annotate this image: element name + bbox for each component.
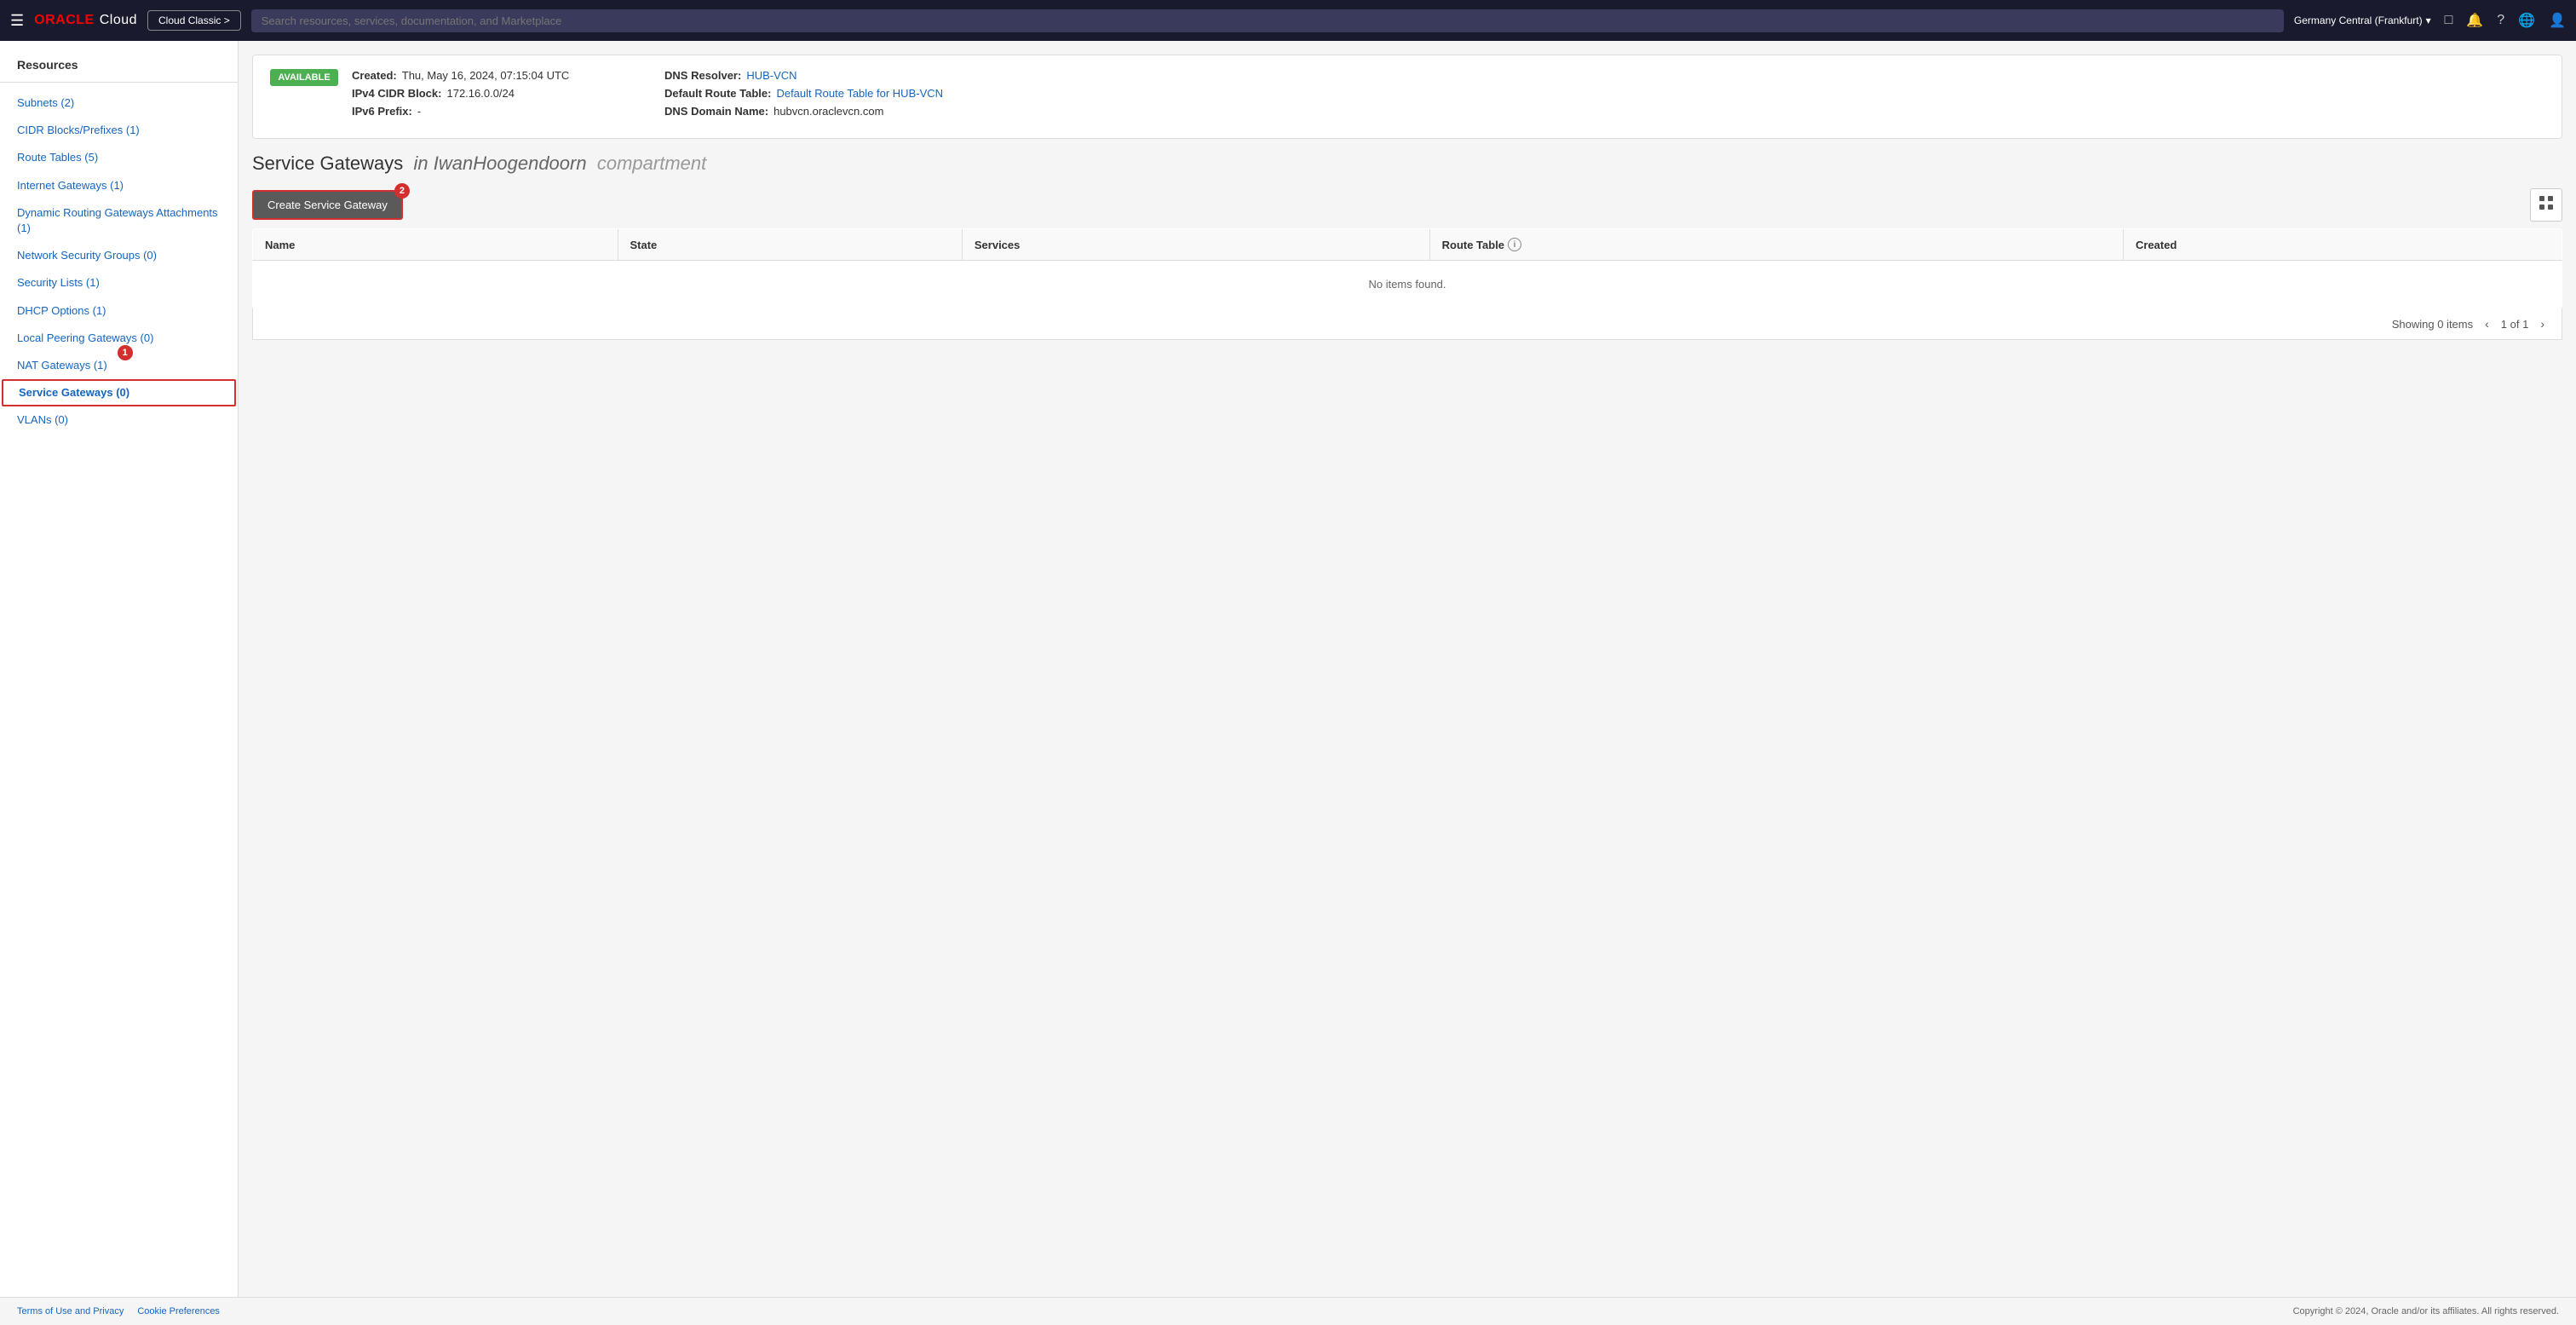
help-icon[interactable]: ? [2497, 13, 2504, 28]
vcn-dns-resolver-link[interactable]: HUB-VCN [746, 69, 796, 82]
vcn-default-route-link[interactable]: Default Route Table for HUB-VCN [776, 87, 943, 100]
vcn-dns-resolver-row: DNS Resolver: HUB-VCN [664, 69, 943, 82]
nav-right-section: Germany Central (Frankfurt) ▾ □ 🔔 ? 🌐 👤 [2294, 12, 2566, 29]
vcn-ipv6-value: - [417, 105, 421, 118]
oracle-text: ORACLE [34, 13, 95, 28]
sidebar-item-badge-nat: 1 [118, 345, 133, 360]
vcn-dns-domain-row: DNS Domain Name: hubvcn.oraclevcn.com [664, 105, 943, 118]
table-header-row: Name State Services Route Table i Create… [253, 229, 2562, 261]
vcn-dns-domain-label: DNS Domain Name: [664, 105, 768, 118]
col-state: State [618, 229, 962, 261]
grid-icon [2538, 200, 2555, 215]
vcn-default-route-row: Default Route Table: Default Route Table… [664, 87, 943, 100]
vcn-info-header: AVAILABLE Created: Thu, May 16, 2024, 07… [270, 69, 2544, 118]
sidebar-item-subnets[interactable]: Subnets (2) [0, 89, 238, 117]
create-button-badge: 2 [394, 183, 410, 199]
vcn-ipv6-row: IPv6 Prefix: - [352, 105, 630, 118]
cookie-preferences-link[interactable]: Cookie Preferences [137, 1306, 220, 1316]
create-service-gateway-button[interactable]: Create Service Gateway [252, 190, 403, 220]
terminal-icon[interactable]: □ [2445, 13, 2453, 28]
sidebar-item-cidr[interactable]: CIDR Blocks/Prefixes (1) [0, 117, 238, 144]
vcn-created-label: Created: [352, 69, 397, 82]
copyright-text: Copyright © 2024, Oracle and/or its affi… [2293, 1306, 2559, 1316]
table-footer: Showing 0 items ‹ 1 of 1 › [252, 308, 2562, 340]
section-title-prefix: Service Gateways [252, 153, 403, 174]
section-title-compartment: compartment [592, 153, 707, 174]
vcn-default-route-label: Default Route Table: [664, 87, 771, 100]
col-route-table-label: Route Table [1442, 239, 1504, 251]
table-empty-message: No items found. [253, 261, 2562, 308]
vcn-details-grid: Created: Thu, May 16, 2024, 07:15:04 UTC… [352, 69, 943, 118]
content-area: AVAILABLE Created: Thu, May 16, 2024, 07… [239, 41, 2576, 1297]
footer-links: Terms of Use and Privacy Cookie Preferen… [17, 1306, 220, 1316]
hamburger-menu-icon[interactable]: ☰ [10, 12, 24, 30]
cloud-classic-button[interactable]: Cloud Classic > [147, 10, 241, 31]
region-label: Germany Central (Frankfurt) [2294, 14, 2423, 26]
col-services: Services [962, 229, 1429, 261]
table-body: No items found. [253, 261, 2562, 308]
table-empty-row: No items found. [253, 261, 2562, 308]
vcn-created-value: Thu, May 16, 2024, 07:15:04 UTC [402, 69, 570, 82]
globe-icon[interactable]: 🌐 [2518, 12, 2535, 29]
sidebar-item-internet-gateways[interactable]: Internet Gateways (1) [0, 172, 238, 199]
cloud-text: Cloud [100, 13, 137, 28]
grid-toggle-button[interactable] [2530, 188, 2562, 222]
pagination-prev-button[interactable]: ‹ [2480, 315, 2494, 332]
sidebar-item-nsg[interactable]: Network Security Groups (0) [0, 242, 238, 269]
user-avatar-icon[interactable]: 👤 [2549, 12, 2566, 29]
sidebar-item-vlans[interactable]: VLANs (0) [0, 406, 238, 434]
sidebar-item-drg-attachments[interactable]: Dynamic Routing Gateways Attachments (1) [0, 199, 238, 242]
showing-items-label: Showing 0 items [2392, 318, 2473, 331]
sidebar-section-title: Resources [0, 58, 238, 83]
section-title-italic: in IwanHoogendoorn [408, 153, 591, 174]
vcn-dns-domain-value: hubvcn.oraclevcn.com [773, 105, 883, 118]
oracle-logo: ORACLE Cloud [34, 13, 137, 28]
vcn-ipv6-label: IPv6 Prefix: [352, 105, 412, 118]
sidebar: Resources Subnets (2)CIDR Blocks/Prefixe… [0, 41, 239, 1297]
vcn-created-row: Created: Thu, May 16, 2024, 07:15:04 UTC [352, 69, 630, 82]
sidebar-item-dhcp[interactable]: DHCP Options (1) [0, 297, 238, 325]
terms-link[interactable]: Terms of Use and Privacy [17, 1306, 124, 1316]
service-gateways-section: Service Gateways in IwanHoogendoorn comp… [239, 153, 2576, 354]
main-wrapper: Resources Subnets (2)CIDR Blocks/Prefixe… [0, 41, 2576, 1297]
service-gateways-table: Name State Services Route Table i Create… [252, 228, 2562, 308]
region-selector[interactable]: Germany Central (Frankfurt) ▾ [2294, 14, 2431, 26]
sidebar-item-security-lists[interactable]: Security Lists (1) [0, 269, 238, 297]
pagination-indicator: 1 of 1 [2501, 318, 2529, 331]
sidebar-badge-wrapper-nat: NAT Gateways (1)1 [0, 352, 124, 379]
table-header: Name State Services Route Table i Create… [253, 229, 2562, 261]
bell-icon[interactable]: 🔔 [2466, 12, 2483, 29]
vcn-info-card: AVAILABLE Created: Thu, May 16, 2024, 07… [252, 55, 2562, 139]
vcn-status-badge: AVAILABLE [270, 69, 338, 86]
region-dropdown-icon: ▾ [2426, 14, 2431, 26]
vcn-dns-resolver-label: DNS Resolver: [664, 69, 741, 82]
search-input[interactable] [251, 9, 2284, 32]
vcn-ipv4-value: 172.16.0.0/24 [446, 87, 515, 100]
col-created: Created [2124, 229, 2562, 261]
section-title: Service Gateways in IwanHoogendoorn comp… [252, 153, 2562, 175]
col-name: Name [253, 229, 618, 261]
vcn-ipv4-row: IPv4 CIDR Block: 172.16.0.0/24 [352, 87, 630, 100]
pagination-next-button[interactable]: › [2535, 315, 2550, 332]
route-table-info-icon[interactable]: i [1508, 238, 1521, 251]
vcn-ipv4-label: IPv4 CIDR Block: [352, 87, 441, 100]
sidebar-item-route-tables[interactable]: Route Tables (5) [0, 144, 238, 171]
page-footer: Terms of Use and Privacy Cookie Preferen… [0, 1297, 2576, 1325]
sidebar-item-nat[interactable]: NAT Gateways (1) [0, 352, 124, 379]
sidebar-item-service-gateways[interactable]: Service Gateways (0) [2, 379, 236, 406]
col-route-table: Route Table i [1429, 229, 2123, 261]
create-button-wrapper: Create Service Gateway 2 [252, 190, 403, 220]
top-navigation: ☰ ORACLE Cloud Cloud Classic > Germany C… [0, 0, 2576, 41]
table-toolbar: Create Service Gateway 2 [252, 188, 2562, 222]
